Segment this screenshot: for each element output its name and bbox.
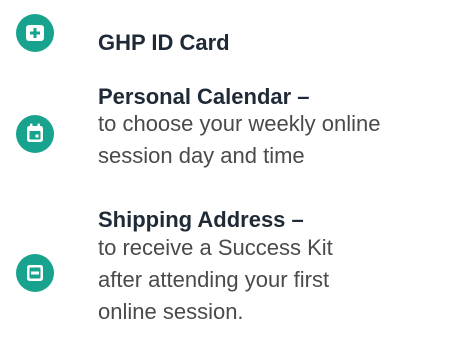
description-line: to choose your weekly online — [98, 111, 381, 136]
description-line: after attending your first — [98, 267, 330, 292]
item-description-calendar: to choose your weekly online session day… — [98, 108, 381, 172]
plus-card-icon — [16, 14, 54, 52]
calendar-icon — [16, 115, 54, 153]
item-description-shipping: to receive a Success Kit after attending… — [98, 232, 333, 328]
item-title-id-card: GHP ID Card — [98, 30, 230, 55]
address-card-icon — [16, 254, 54, 292]
description-line: online session. — [98, 299, 244, 324]
item-title-shipping: Shipping Address – — [98, 207, 304, 232]
description-line: session day and time — [98, 143, 305, 168]
description-line: to receive a Success Kit — [98, 235, 333, 260]
item-title-calendar: Personal Calendar – — [98, 84, 310, 109]
